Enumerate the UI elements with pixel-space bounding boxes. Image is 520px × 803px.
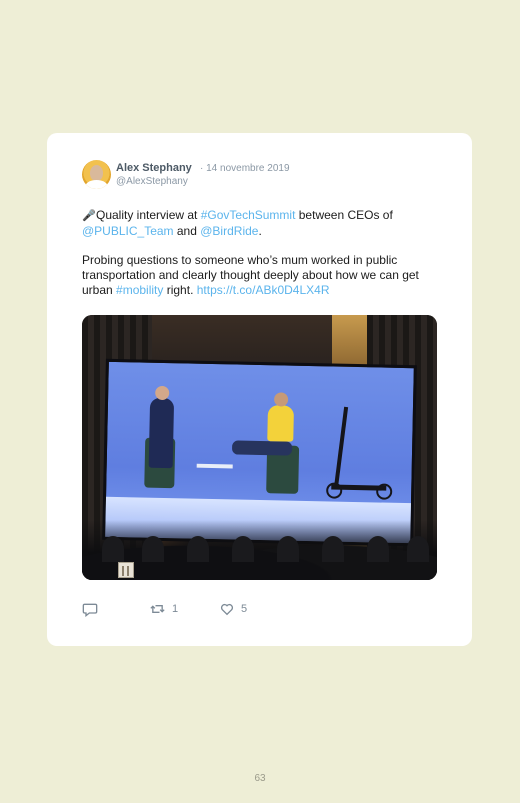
hashtag-govtechsummit[interactable]: #GovTechSummit bbox=[201, 208, 296, 222]
avatar-shirt bbox=[85, 180, 108, 189]
like-action[interactable]: 5 bbox=[219, 601, 247, 617]
photo-audience-heads bbox=[82, 532, 437, 562]
microphone-icon: 🎤 bbox=[82, 210, 96, 222]
photo-scooter-wheel bbox=[376, 483, 393, 500]
mention-public-team[interactable]: @PUBLIC_Team bbox=[82, 224, 174, 238]
photo-person-left-head bbox=[155, 385, 170, 401]
tweet-text-prefix: Quality interview at bbox=[96, 208, 201, 222]
tweet-link[interactable]: https://t.co/ABk0D4LX4R bbox=[197, 283, 330, 297]
author-avatar[interactable] bbox=[82, 160, 111, 189]
page-number: 63 bbox=[254, 773, 266, 784]
photo-side-table bbox=[196, 463, 233, 469]
photo-scooter-wheel bbox=[326, 482, 343, 499]
reply-action[interactable] bbox=[82, 601, 104, 617]
retweet-icon bbox=[150, 605, 165, 613]
hashtag-mobility[interactable]: #mobility bbox=[116, 283, 163, 297]
photo-person-right-legs bbox=[231, 440, 293, 456]
heart-icon bbox=[220, 603, 234, 616]
retweet-count: 1 bbox=[172, 603, 179, 615]
photo-person-right bbox=[267, 392, 294, 442]
tweet-date[interactable]: · 14 novembre 2019 bbox=[200, 163, 290, 174]
photo-scooter-pole bbox=[334, 406, 349, 487]
avatar-face bbox=[90, 165, 103, 181]
author-name[interactable]: Alex Stephany bbox=[116, 162, 192, 174]
tweet-text-end: . bbox=[258, 224, 262, 238]
tweet-text-and: and bbox=[173, 224, 201, 238]
tweet-card: Alex Stephany · 14 novembre 2019 @AlexSt… bbox=[47, 133, 472, 646]
tweet-text-line1: 🎤Quality interview at #GovTechSummit bet… bbox=[82, 208, 442, 239]
photo-gallery-icon bbox=[118, 562, 134, 578]
photo-person-left bbox=[148, 385, 175, 469]
tweet-text-line2: Probing questions to someone who’s mum w… bbox=[82, 253, 442, 298]
reply-icon bbox=[82, 603, 98, 617]
tweet-photo[interactable] bbox=[82, 315, 437, 580]
retweet-action[interactable]: 1 bbox=[149, 601, 178, 617]
author-handle[interactable]: @AlexStephany bbox=[116, 176, 188, 187]
like-count: 5 bbox=[241, 603, 248, 615]
photo-stage-screen bbox=[102, 358, 417, 547]
tweet-text-mid: between CEOs of bbox=[295, 208, 393, 222]
photo-person-right-head bbox=[273, 392, 289, 407]
mention-birdride[interactable]: @BirdRide bbox=[200, 224, 258, 238]
tweet-text-after: right. bbox=[163, 283, 197, 297]
